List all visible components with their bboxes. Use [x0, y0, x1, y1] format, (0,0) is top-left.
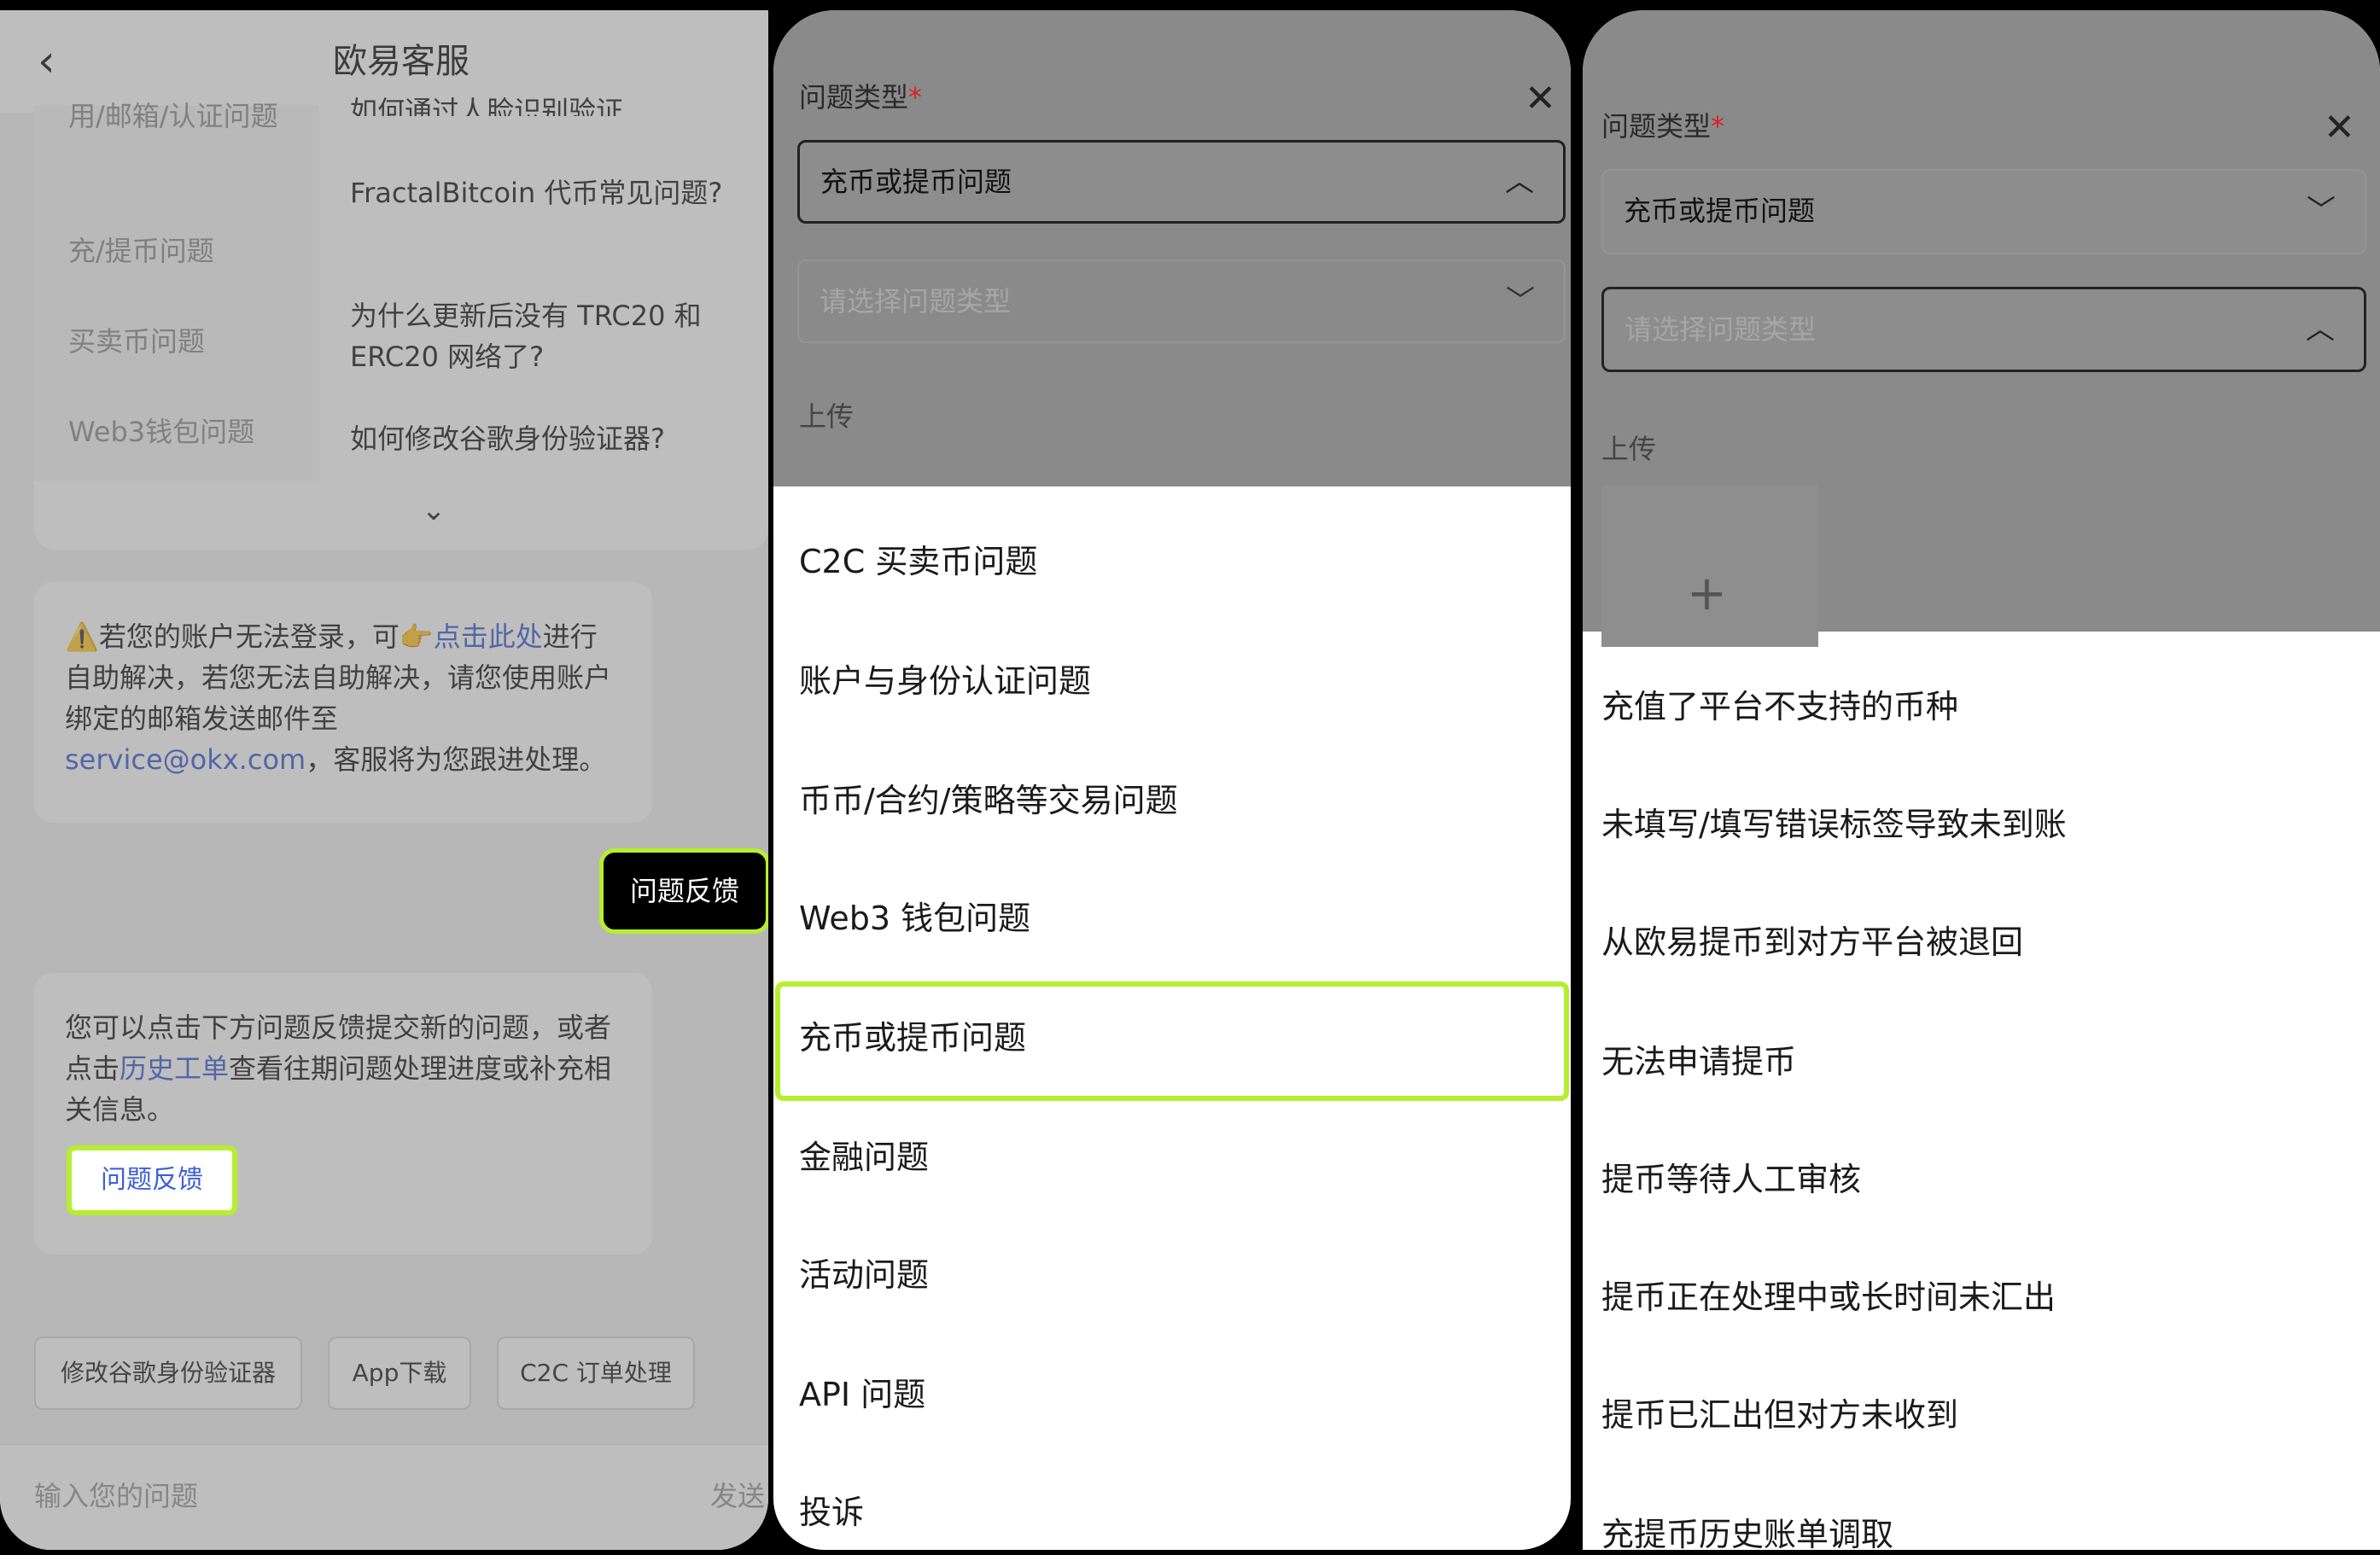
option-item[interactable]: Web3 钱包问题 [799, 893, 1030, 944]
faq-card: 用/邮箱/认证问题 充/提币问题 买卖币问题 Web3钱包问题 如何通过人脸识别… [34, 95, 768, 550]
issue-subtype-select[interactable]: 请选择问题类型 ﹀ [797, 259, 1566, 343]
faq-question[interactable]: 如何修改谷歌身份验证器? [350, 418, 743, 459]
close-icon[interactable]: ✕ [2324, 109, 2355, 147]
faq-category[interactable]: 充/提币问题 [68, 230, 299, 271]
quick-reply-chip[interactable]: C2C 订单处理 [497, 1337, 695, 1410]
support-email-link[interactable]: service@okx.com [65, 743, 306, 776]
option-item[interactable]: API 问题 [799, 1369, 925, 1420]
chevron-down-icon: ﹀ [2307, 194, 2336, 228]
option-item[interactable]: C2C 买卖币问题 [799, 536, 1037, 587]
option-item[interactable]: 账户与身份认证问题 [799, 655, 1091, 707]
feedback-button[interactable]: 问题反馈 [67, 1145, 237, 1215]
issue-subtype-sheet: 问题类型* ✕ 充币或提币问题 ﹀ 请选择问题类型 ︿ 上传 + 充值了平台不支… [1583, 10, 2380, 1550]
message-input-bar: 输入您的问题 发送 [0, 1444, 768, 1550]
chevron-up-icon: ︿ [2306, 312, 2335, 347]
notice-text: 若您的账户无法登录，可 [98, 620, 400, 653]
option-item[interactable]: 无法申请提币 [1601, 1036, 1796, 1087]
option-item[interactable]: 充值了平台不支持的币种 [1601, 681, 1958, 732]
option-item[interactable]: 充提币历史账单调取 [1601, 1509, 1893, 1550]
faq-category[interactable]: Web3钱包问题 [68, 411, 299, 452]
select-placeholder: 请选择问题类型 [1625, 313, 1817, 346]
plus-icon: + [1687, 566, 1727, 621]
required-mark: * [908, 81, 923, 114]
faq-category[interactable]: 买卖币问题 [68, 321, 299, 362]
send-button[interactable]: 发送 [710, 1476, 765, 1517]
history-tickets-link[interactable]: 历史工单 [120, 1052, 229, 1085]
message-input[interactable]: 输入您的问题 [34, 1476, 198, 1517]
issue-type-select[interactable]: 充币或提币问题 ︿ [797, 140, 1566, 224]
screenshot-root: ‹ 欧易客服 用/邮箱/认证问题 充/提币问题 买卖币问题 Web3钱包问题 如… [0, 0, 2380, 1555]
notice-text: ，客服将为您跟进处理。 [306, 743, 607, 776]
option-item[interactable]: 提币等待人工审核 [1601, 1154, 1861, 1205]
option-item[interactable]: 从欧易提币到对方平台被退回 [1601, 917, 2023, 968]
chevron-down-icon: ﹀ [1506, 284, 1535, 318]
upload-box[interactable]: + [1601, 485, 1818, 647]
faq-question[interactable]: 如何通过人脸识别验证 [350, 90, 743, 116]
chevron-up-icon: ︿ [1505, 165, 1534, 199]
option-item[interactable]: 活动问题 [799, 1249, 929, 1301]
issue-subtype-select[interactable]: 请选择问题类型 ︿ [1601, 287, 2366, 372]
page-title: 欧易客服 [333, 42, 470, 81]
chevron-down-icon[interactable]: ⌄ [417, 493, 451, 527]
selected-value: 充币或提币问题 [1624, 195, 1816, 227]
login-help-notice: ⚠️若您的账户无法登录，可👉点击此处进行自助解决，若您无法自助解决，请您使用账户… [34, 582, 652, 823]
option-item[interactable]: 提币已汇出但对方未收到 [1601, 1389, 1958, 1441]
issue-type-select[interactable]: 充币或提币问题 ﹀ [1601, 169, 2366, 254]
issue-type-sheet: 问题类型* ✕ 充币或提币问题 ︿ 请选择问题类型 ﹀ 上传 C2C 买卖币问题… [773, 10, 1571, 1550]
option-item-selected[interactable]: 充币或提币问题 [799, 1012, 1026, 1063]
quick-reply-chip[interactable]: 修改谷歌身份验证器 [34, 1337, 302, 1410]
dimmed-form-area: 问题类型* ✕ 充币或提币问题 ︿ 请选择问题类型 ﹀ 上传 [773, 10, 1571, 486]
option-item[interactable]: 未填写/填写错误标签导致未到账 [1601, 799, 2067, 850]
option-item[interactable]: 币币/合约/策略等交易问题 [799, 775, 1178, 826]
select-placeholder: 请选择问题类型 [820, 285, 1012, 317]
required-mark: * [1711, 110, 1725, 143]
faq-question[interactable]: FractalBitcoin 代币常见问题? [350, 172, 743, 213]
faq-question[interactable]: 为什么更新后没有 TRC20 和 ERC20 网络了? [350, 295, 743, 377]
faq-category-list: 用/邮箱/认证问题 充/提币问题 买卖币问题 Web3钱包问题 [34, 100, 319, 481]
quick-reply-chip[interactable]: App下载 [328, 1337, 471, 1410]
selected-value: 充币或提币问题 [820, 166, 1012, 198]
upload-label: 上传 [1601, 433, 1657, 465]
back-arrow-icon[interactable]: ‹ [38, 39, 73, 84]
issue-type-label: 问题类型* [1601, 110, 1725, 143]
upload-label: 上传 [799, 400, 855, 433]
dimmed-form-area: 问题类型* ✕ 充币或提币问题 ﹀ 请选择问题类型 ︿ 上传 + [1583, 10, 2380, 647]
option-item[interactable]: 提币正在处理中或长时间未汇出 [1601, 1272, 2056, 1323]
option-item[interactable]: 投诉 [799, 1487, 864, 1538]
support-chat-panel: ‹ 欧易客服 用/邮箱/认证问题 充/提币问题 买卖币问题 Web3钱包问题 如… [0, 10, 768, 1550]
close-icon[interactable]: ✕ [1525, 80, 1556, 118]
warning-icon: ⚠️ [65, 620, 99, 653]
user-message-bubble: 问题反馈 [599, 848, 768, 934]
issue-type-label: 问题类型* [799, 81, 923, 114]
self-help-link[interactable]: 点击此处 [434, 620, 543, 653]
pointing-hand-icon: 👉 [399, 620, 434, 653]
faq-category[interactable]: 用/邮箱/认证问题 [68, 96, 299, 137]
option-item[interactable]: 金融问题 [799, 1132, 929, 1183]
